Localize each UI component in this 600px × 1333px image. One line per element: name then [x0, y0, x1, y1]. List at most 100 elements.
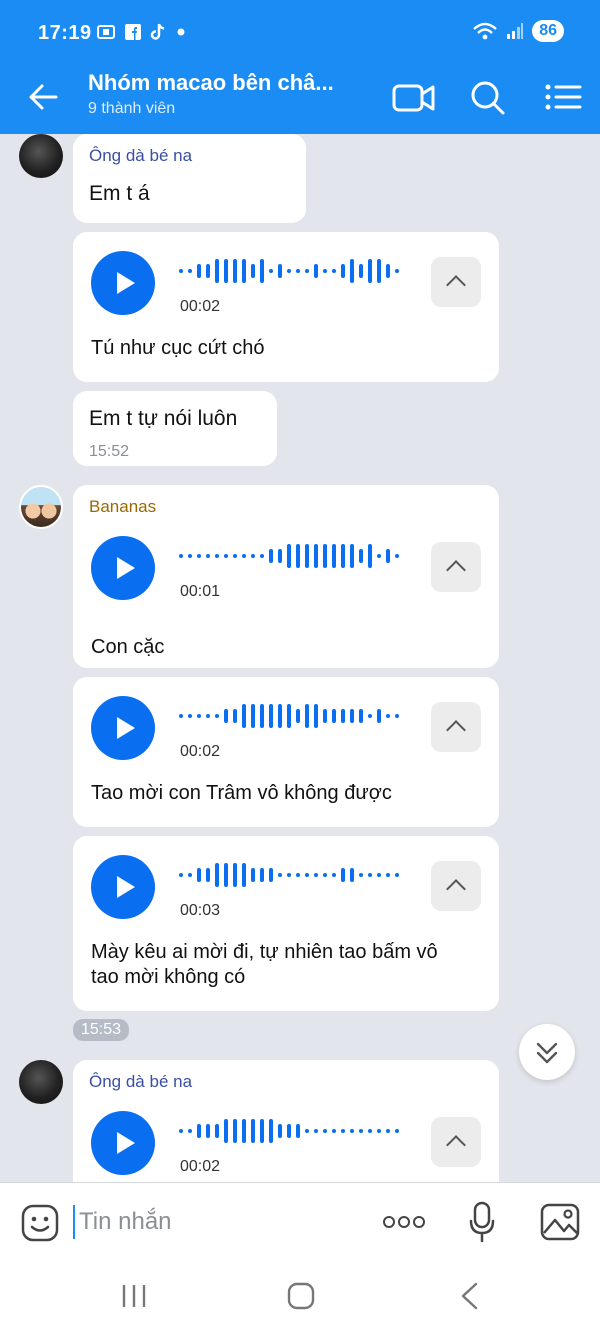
chevron-up-icon[interactable]	[431, 861, 481, 911]
waveform-bar	[350, 544, 354, 568]
menu-list-icon[interactable]	[542, 78, 586, 116]
waveform-bar	[233, 554, 237, 558]
voice-message-bubble[interactable]: Bananas 00:01 Con cặc	[73, 485, 499, 668]
waveform-bar	[197, 714, 201, 718]
time-separator: 15:53	[73, 1019, 130, 1041]
voice-duration: 00:02	[180, 743, 221, 760]
message-text: Em t á	[89, 182, 150, 205]
avatar[interactable]	[19, 1060, 63, 1104]
message-bubble[interactable]: Ông dà bé na Em t á	[73, 134, 306, 223]
waveform-bar	[269, 868, 273, 882]
battery-level: 86	[532, 20, 564, 42]
chevron-up-icon[interactable]	[431, 702, 481, 752]
waveform	[179, 259, 399, 283]
video-call-icon[interactable]	[392, 78, 436, 116]
notification-dot-icon	[177, 28, 185, 36]
waveform-bar	[368, 544, 372, 568]
waveform-bar	[251, 868, 255, 882]
waveform-bar	[233, 709, 237, 723]
waveform-bar	[350, 1129, 354, 1133]
waveform-bar	[314, 1129, 318, 1133]
voice-message-bubble[interactable]: 00:02 Tao mời con Trâm vô không được	[73, 677, 499, 827]
waveform-bar	[368, 873, 372, 877]
play-icon[interactable]	[91, 536, 155, 600]
waveform-bar	[332, 1129, 336, 1133]
play-icon[interactable]	[91, 251, 155, 315]
waveform-bar	[386, 1129, 390, 1133]
status-time: 17:19	[38, 22, 92, 44]
waveform-bar	[260, 1119, 264, 1143]
message-input[interactable]: Tin nhắn	[73, 1205, 172, 1239]
message-bubble[interactable]: Em t tự nói luôn 15:52	[73, 391, 277, 466]
voice-message-bubble[interactable]: 00:03 Mày kêu ai mời đi, tự nhiên tao bấ…	[73, 836, 499, 1011]
facebook-icon	[125, 24, 141, 40]
sender-name[interactable]: Ông dà bé na	[89, 1072, 192, 1092]
chevron-up-icon[interactable]	[431, 257, 481, 307]
waveform-bar	[206, 1124, 210, 1138]
waveform-bar	[350, 709, 354, 723]
sender-name[interactable]: Bananas	[89, 497, 156, 517]
waveform-bar	[341, 709, 345, 723]
waveform-bar	[332, 544, 336, 568]
image-icon[interactable]	[540, 1203, 580, 1241]
search-icon[interactable]	[466, 78, 510, 116]
waveform-bar	[233, 259, 237, 283]
scroll-to-bottom-button[interactable]	[519, 1024, 575, 1080]
chevron-up-icon[interactable]	[431, 1117, 481, 1167]
waveform-bar	[341, 264, 345, 278]
waveform-bar	[386, 873, 390, 877]
double-chevron-down-icon	[536, 1042, 558, 1064]
microphone-icon[interactable]	[468, 1201, 496, 1243]
back-nav-icon[interactable]	[456, 1282, 484, 1310]
waveform	[179, 544, 399, 568]
waveform-bar	[287, 269, 291, 273]
system-navigation-bar	[0, 1260, 600, 1333]
waveform-bar	[188, 1129, 192, 1133]
wifi-icon	[473, 22, 498, 40]
waveform-bar	[296, 269, 300, 273]
play-icon[interactable]	[91, 855, 155, 919]
chat-header: 17:19 86 Nhóm macao bên châ... 9 thành v…	[0, 0, 600, 134]
waveform-bar	[296, 1124, 300, 1138]
waveform-bar	[242, 259, 246, 283]
waveform-bar	[359, 1129, 363, 1133]
message-list[interactable]: Ông dà bé na Em t á 00:02 Tú như cục cứt…	[0, 134, 600, 1182]
waveform-bar	[251, 264, 255, 278]
waveform-bar	[287, 1124, 291, 1138]
play-icon[interactable]	[91, 696, 155, 760]
waveform-bar	[359, 873, 363, 877]
voice-message-bubble[interactable]: 00:02 Tú như cục cứt chó	[73, 232, 499, 382]
waveform-bar	[242, 554, 246, 558]
group-name: Nhóm macao bên châ...	[88, 70, 334, 95]
waveform-bar	[260, 868, 264, 882]
more-dots-icon[interactable]	[382, 1213, 426, 1231]
waveform-bar	[287, 873, 291, 877]
waveform-bar	[395, 1129, 399, 1133]
avatar[interactable]	[19, 485, 63, 529]
waveform-bar	[215, 863, 219, 887]
waveform-bar	[377, 1129, 381, 1133]
sender-name[interactable]: Ông dà bé na	[89, 146, 192, 166]
waveform-bar	[215, 1124, 219, 1138]
home-icon[interactable]	[287, 1282, 315, 1310]
avatar[interactable]	[19, 134, 63, 178]
sticker-icon[interactable]	[20, 1203, 60, 1243]
waveform-bar	[314, 704, 318, 728]
waveform	[179, 704, 399, 728]
waveform-bar	[188, 873, 192, 877]
recent-apps-icon[interactable]	[120, 1282, 148, 1310]
waveform-bar	[242, 1119, 246, 1143]
voice-message-bubble[interactable]: Ông dà bé na 00:02	[73, 1060, 499, 1182]
waveform-bar	[332, 873, 336, 877]
waveform-bar	[305, 873, 309, 877]
chevron-up-icon[interactable]	[431, 542, 481, 592]
back-arrow-icon[interactable]	[26, 80, 62, 114]
waveform-bar	[386, 714, 390, 718]
waveform-bar	[332, 269, 336, 273]
voice-transcript: Tú như cục cứt chó	[91, 337, 265, 359]
conversation-title-block[interactable]: Nhóm macao bên châ... 9 thành viên	[88, 70, 378, 118]
play-icon[interactable]	[91, 1111, 155, 1175]
waveform-bar	[278, 704, 282, 728]
waveform-bar	[395, 269, 399, 273]
waveform-bar	[224, 863, 228, 887]
